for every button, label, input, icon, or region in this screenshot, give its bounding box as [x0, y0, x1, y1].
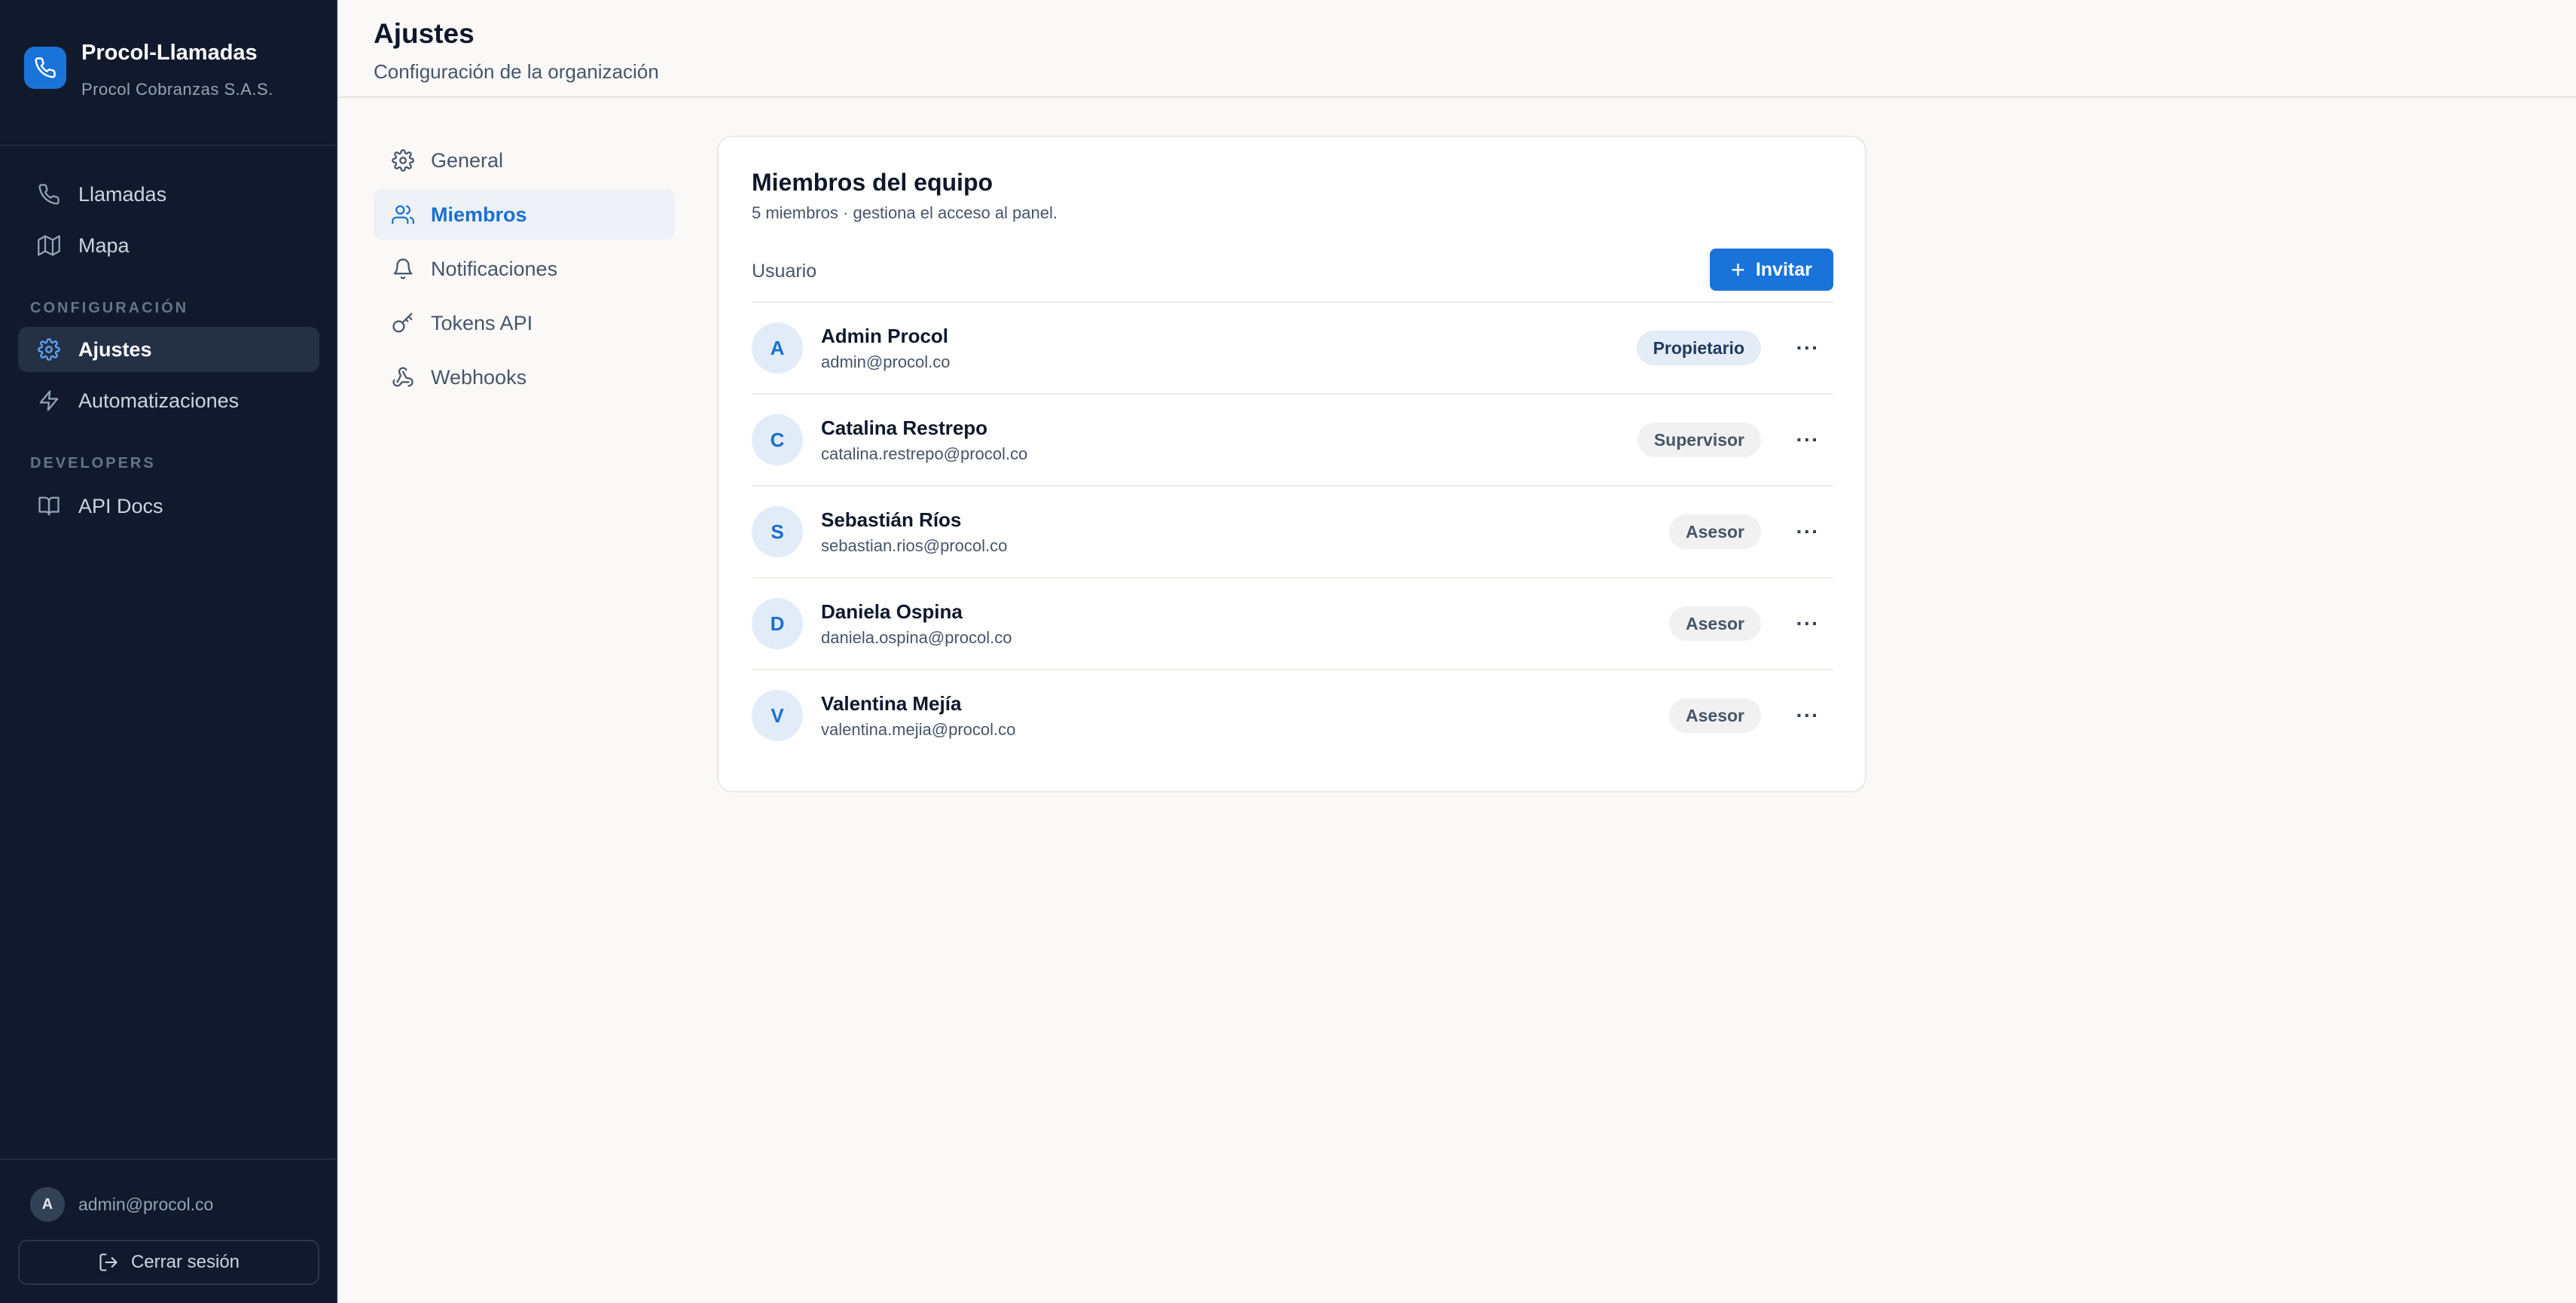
member-name: Admin Procol — [821, 324, 949, 347]
member-email: valentina.mejia@procol.co — [821, 719, 1016, 739]
role-badge: Asesor — [1669, 606, 1761, 641]
table-row: D Daniela Ospina daniela.ospina@procol.c… — [752, 577, 1833, 669]
section-label-config: CONFIGURACIÓN — [30, 300, 189, 316]
org-name: Procol Cobranzas S.A.S. — [81, 80, 273, 99]
role-badge: Supervisor — [1637, 423, 1761, 457]
avatar: C — [752, 414, 803, 465]
member-email: daniela.ospina@procol.co — [821, 627, 1012, 647]
column-header-user: Usuario — [752, 261, 817, 282]
role-badge: Asesor — [1669, 514, 1761, 549]
more-options-icon[interactable]: ··· — [1791, 331, 1824, 365]
members-card: Miembros del equipo 5 miembros · gestion… — [717, 136, 1866, 792]
sidebar-item-label: Ajustes — [78, 337, 152, 361]
more-options-icon[interactable]: ··· — [1791, 699, 1824, 732]
sidebar-divider — [0, 1158, 336, 1160]
settings-tab-general[interactable]: General — [374, 136, 675, 185]
bell-icon — [390, 256, 416, 282]
gear-icon — [36, 337, 62, 362]
member-name: Sebastián Ríos — [821, 508, 962, 531]
table-row: V Valentina Mejía valentina.mejia@procol… — [752, 669, 1833, 761]
user-email: admin@procol.co — [78, 1194, 214, 1214]
brand[interactable]: Procol-Llamadas Procol Cobranzas S.A.S. — [24, 39, 273, 99]
sidebar-item-api-docs[interactable]: API Docs — [18, 484, 319, 529]
invite-label: Invitar — [1755, 258, 1812, 280]
settings-tab-label: Miembros — [431, 203, 527, 226]
more-options-icon[interactable]: ··· — [1791, 423, 1824, 456]
sidebar-item-mapa[interactable]: Mapa — [18, 223, 319, 268]
phone-icon — [24, 47, 66, 89]
avatar: D — [752, 598, 803, 649]
map-icon — [36, 233, 62, 258]
role-badge: Propietario — [1636, 331, 1761, 365]
bolt-icon — [36, 388, 62, 413]
sidebar-item-label: Automatizaciones — [78, 389, 240, 412]
member-email: catalina.restrepo@procol.co — [821, 444, 1028, 463]
member-name: Valentina Mejía — [821, 691, 962, 715]
avatar: A — [752, 322, 803, 374]
current-user: A admin@procol.co — [30, 1187, 213, 1222]
key-icon — [390, 310, 416, 336]
webhook-icon — [390, 365, 416, 390]
settings-tab-label: Webhooks — [431, 365, 527, 389]
logout-button[interactable]: Cerrar sesión — [18, 1240, 319, 1285]
sidebar-item-label: Mapa — [78, 233, 130, 257]
plus-icon: + — [1731, 256, 1745, 283]
role-badge: Asesor — [1669, 698, 1761, 733]
page-subtitle: Configuración de la organización — [374, 60, 659, 83]
page-title: Ajustes — [374, 18, 475, 49]
section-label-developers: DEVELOPERS — [30, 455, 156, 471]
book-icon — [36, 493, 62, 519]
settings-tab-webhooks[interactable]: Webhooks — [374, 352, 675, 402]
phone-icon — [36, 182, 62, 207]
settings-tab-label: Notificaciones — [431, 257, 558, 280]
logout-label: Cerrar sesión — [130, 1252, 240, 1272]
member-name: Daniela Ospina — [821, 600, 963, 623]
member-name: Catalina Restrepo — [821, 416, 988, 439]
member-email: sebastian.rios@procol.co — [821, 536, 1008, 555]
page-header: Ajustes Configuración de la organización — [337, 0, 2576, 98]
table-row: C Catalina Restrepo catalina.restrepo@pr… — [752, 393, 1833, 485]
invite-button[interactable]: + Invitar — [1710, 249, 1833, 291]
members-list: A Admin Procol admin@procol.co Propietar… — [752, 301, 1833, 761]
more-options-icon[interactable]: ··· — [1791, 515, 1824, 548]
users-icon — [390, 202, 416, 227]
sidebar-item-ajustes[interactable]: Ajustes — [18, 327, 319, 372]
settings-tab-miembros[interactable]: Miembros — [374, 190, 675, 240]
sidebar: Procol-Llamadas Procol Cobranzas S.A.S. … — [0, 0, 337, 1303]
settings-tab-label: General — [431, 148, 504, 172]
app-name: Procol-Llamadas — [81, 41, 258, 65]
sidebar-item-label: Llamadas — [78, 182, 167, 206]
logout-icon — [98, 1252, 119, 1273]
card-title: Miembros del equipo — [752, 169, 993, 196]
avatar: V — [752, 690, 803, 741]
avatar: A — [30, 1187, 65, 1222]
sidebar-item-automatizaciones[interactable]: Automatizaciones — [18, 378, 319, 423]
sidebar-item-label: API Docs — [78, 494, 163, 517]
card-subtitle: 5 miembros · gestiona el acceso al panel… — [752, 203, 1058, 222]
settings-nav: General Miembros Notificaciones Tokens A… — [374, 136, 675, 407]
settings-tab-label: Tokens API — [431, 311, 533, 334]
table-row: A Admin Procol admin@procol.co Propietar… — [752, 301, 1833, 393]
settings-tab-tokens-api[interactable]: Tokens API — [374, 298, 675, 348]
gear-icon — [390, 148, 416, 173]
more-options-icon[interactable]: ··· — [1791, 607, 1824, 640]
table-row: S Sebastián Ríos sebastian.rios@procol.c… — [752, 485, 1833, 577]
avatar: S — [752, 506, 803, 557]
member-email: admin@procol.co — [821, 352, 951, 371]
sidebar-item-llamadas[interactable]: Llamadas — [18, 172, 319, 217]
settings-tab-notificaciones[interactable]: Notificaciones — [374, 244, 675, 294]
sidebar-divider — [0, 145, 336, 146]
